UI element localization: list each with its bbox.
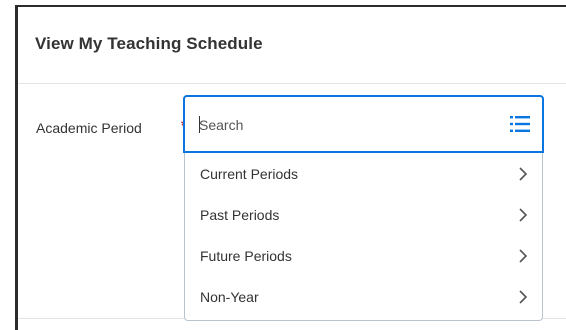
chevron-right-icon xyxy=(519,167,528,181)
prompt-options-list: Current Periods Past Periods Future Peri… xyxy=(184,153,543,321)
chevron-right-icon xyxy=(519,249,528,263)
option-non-year[interactable]: Non-Year xyxy=(185,276,542,317)
academic-period-prompt[interactable] xyxy=(183,95,544,153)
search-input[interactable] xyxy=(199,117,499,133)
option-past-periods[interactable]: Past Periods xyxy=(185,194,542,235)
chevron-right-icon xyxy=(519,290,528,304)
list-icon[interactable] xyxy=(510,115,530,133)
page-title: View My Teaching Schedule xyxy=(35,34,263,53)
text-cursor xyxy=(199,116,200,133)
academic-period-label: Academic Period xyxy=(36,120,142,136)
option-label: Past Periods xyxy=(200,207,280,223)
chevron-right-icon xyxy=(519,208,528,222)
title-divider xyxy=(18,83,566,84)
option-label: Current Periods xyxy=(200,166,299,182)
option-current-periods[interactable]: Current Periods xyxy=(185,153,542,194)
page: View My Teaching Schedule Academic Perio… xyxy=(0,0,566,330)
option-label: Non-Year xyxy=(200,289,259,305)
option-future-periods[interactable]: Future Periods xyxy=(185,235,542,276)
option-label: Future Periods xyxy=(200,248,292,264)
